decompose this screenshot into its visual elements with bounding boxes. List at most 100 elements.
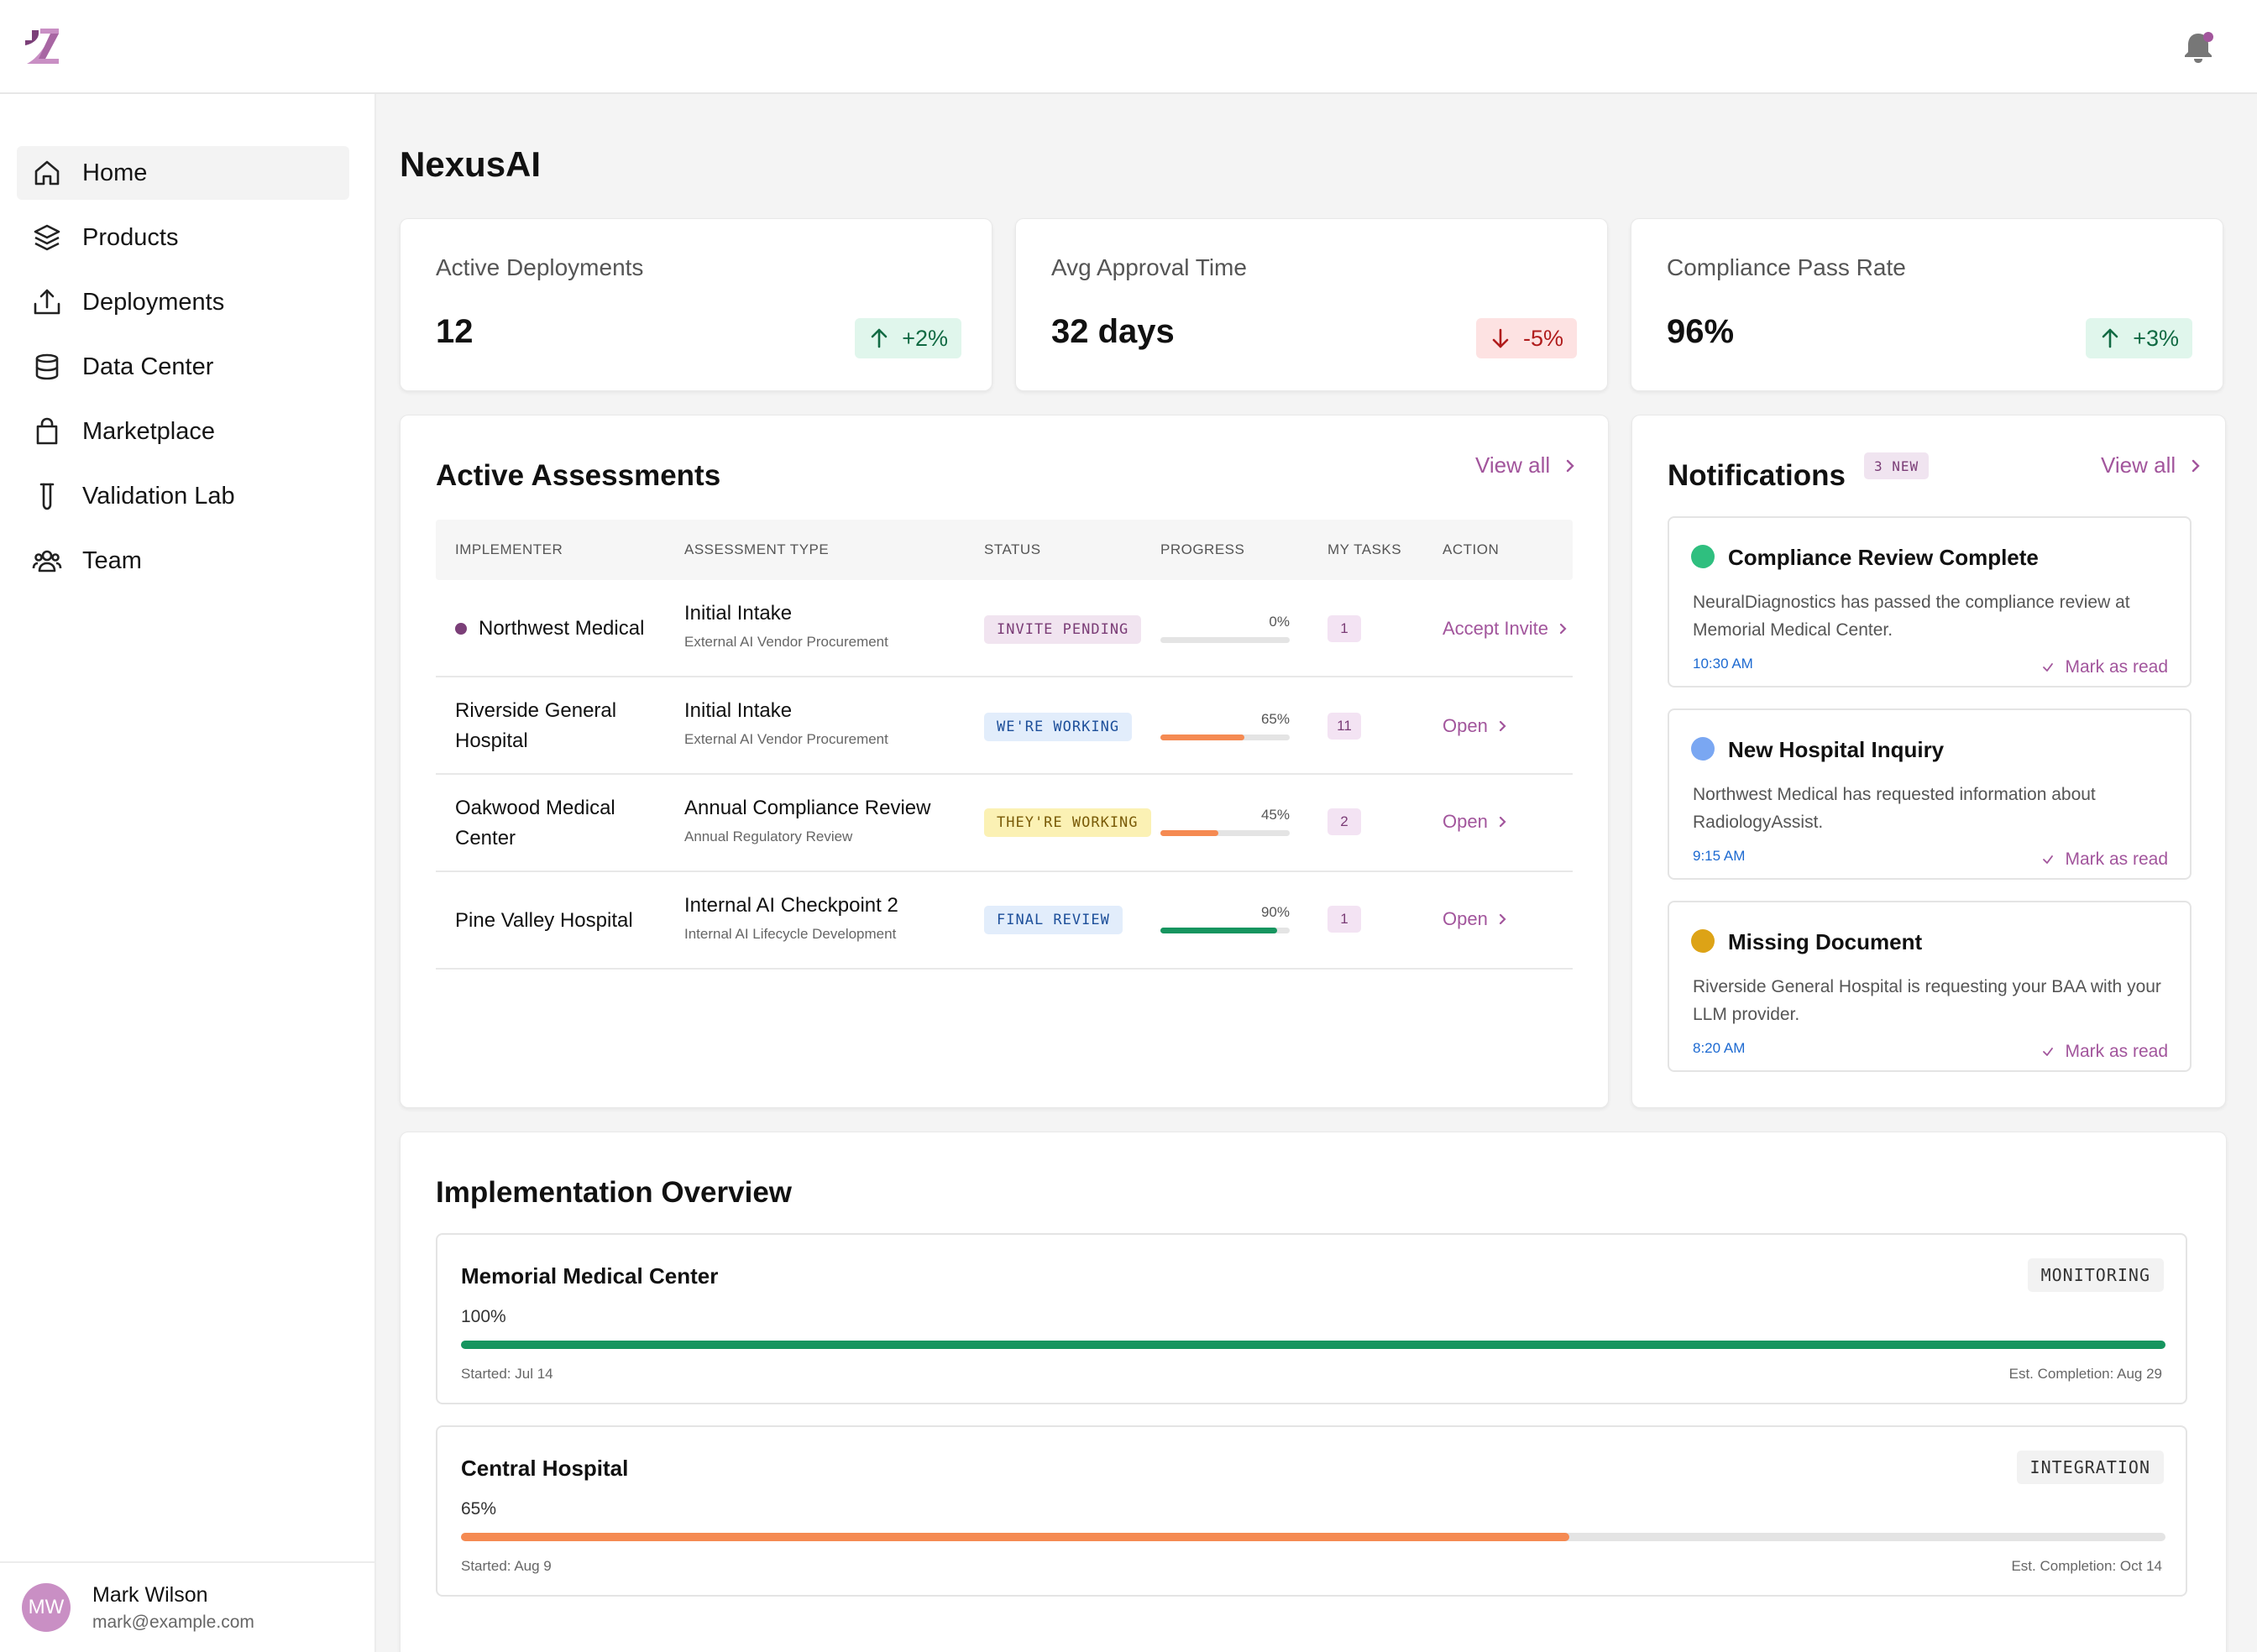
bell-icon[interactable]	[2180, 29, 2217, 65]
chevron-right-icon	[1559, 623, 1567, 635]
notification-item[interactable]: Compliance Review Complete NeuralDiagnos…	[1668, 516, 2192, 687]
table-row[interactable]: Pine Valley Hospital Internal AI Checkpo…	[436, 872, 1573, 970]
assessments-table: IMPLEMENTER ASSESSMENT TYPE STATUS PROGR…	[436, 520, 1573, 970]
assessment-type: Initial Intake	[684, 602, 793, 625]
progress-bar	[1160, 637, 1290, 643]
task-count-badge: 1	[1327, 906, 1361, 933]
implementer-name: Northwest Medical	[479, 617, 645, 640]
top-bar	[0, 0, 2257, 94]
table-row[interactable]: Northwest Medical Initial Intake Externa…	[436, 580, 1573, 677]
notification-time: 8:20 AM	[1693, 1040, 1746, 1056]
table-row[interactable]: Riverside General Hospital Initial Intak…	[436, 677, 1573, 775]
notification-body: Riverside General Hospital is requesting…	[1693, 977, 2161, 1024]
shopping-bag-icon	[36, 417, 58, 445]
user-profile[interactable]: MW Mark Wilson mark@example.com	[0, 1561, 374, 1652]
task-count-badge: 11	[1327, 713, 1361, 740]
implementation-progress-bar	[461, 1533, 2165, 1541]
stat-value: 12	[436, 313, 474, 350]
sidebar-item-validation-lab[interactable]: Validation Lab	[17, 469, 349, 523]
implementation-item[interactable]: Memorial Medical Center MONITORING 100% …	[436, 1233, 2187, 1404]
upload-icon	[34, 289, 60, 315]
new-count-badge: 3 NEW	[1864, 452, 1930, 479]
progress-bar	[1160, 928, 1290, 933]
mark-as-read-label: Mark as read	[2065, 657, 2168, 677]
table-row[interactable]: Oakwood Medical Center Annual Compliance…	[436, 775, 1573, 872]
mark-as-read-label: Mark as read	[2065, 1042, 2168, 1061]
notification-item[interactable]: New Hospital Inquiry Northwest Medical h…	[1668, 708, 2192, 880]
my-tasks-cell: 2	[1327, 808, 1361, 835]
implementation-item[interactable]: Central Hospital INTEGRATION 65% Started…	[436, 1425, 2187, 1597]
notification-item[interactable]: Missing Document Riverside General Hospi…	[1668, 901, 2192, 1072]
mark-as-read-button[interactable]: Mark as read	[2041, 850, 2168, 870]
est-completion-date: Est. Completion: Aug 29	[2008, 1366, 2162, 1382]
notification-body: Northwest Medical has requested informat…	[1693, 785, 2096, 832]
action-label: Open	[1443, 811, 1488, 832]
status-dot-icon	[1691, 737, 1715, 761]
sidebar-item-team[interactable]: Team	[17, 534, 349, 588]
assessment-type: Annual Compliance Review	[684, 797, 931, 819]
sidebar-item-home[interactable]: Home	[17, 146, 349, 200]
implementation-progress-fill	[461, 1533, 1569, 1541]
assessment-subtype: External AI Vendor Procurement	[684, 731, 888, 747]
implementation-progress-fill	[461, 1341, 2165, 1349]
stat-card-active-deployments: Active Deployments 12 +2%	[400, 218, 992, 391]
column-header-action: ACTION	[1443, 541, 1500, 557]
stat-value: 96%	[1667, 313, 1735, 350]
test-tube-icon	[39, 483, 55, 510]
open-button[interactable]: Open	[1443, 908, 1510, 930]
sidebar-item-products[interactable]: Products	[17, 211, 349, 264]
assessments-title: Active Assessments	[436, 459, 721, 492]
notification-title: Compliance Review Complete	[1728, 545, 2039, 570]
start-date: Started: Aug 9	[461, 1558, 552, 1574]
stat-card-compliance-pass-rate: Compliance Pass Rate 96% +3%	[1631, 218, 2223, 391]
implementation-progress-label: 100%	[461, 1307, 506, 1326]
stat-delta: +2%	[902, 325, 948, 351]
logo-icon[interactable]	[22, 25, 62, 65]
column-header-implementer: IMPLEMENTER	[455, 541, 563, 557]
mark-as-read-button[interactable]: Mark as read	[2041, 1042, 2168, 1062]
sidebar-item-label: Marketplace	[82, 417, 215, 445]
sidebar-item-deployments[interactable]: Deployments	[17, 275, 349, 329]
column-header-my-tasks: MY TASKS	[1327, 541, 1402, 557]
arrow-up-icon	[2102, 328, 2118, 348]
implementation-name: Central Hospital	[461, 1456, 629, 1481]
progress-fill	[1160, 928, 1277, 933]
stat-label: Avg Approval Time	[1051, 254, 1247, 280]
sidebar-item-label: Deployments	[82, 288, 225, 316]
status-badge: FINAL REVIEW	[984, 906, 1123, 934]
notification-title: New Hospital Inquiry	[1728, 737, 1945, 762]
open-button[interactable]: Open	[1443, 811, 1510, 833]
sidebar-item-label: Team	[82, 546, 142, 574]
sidebar-item-marketplace[interactable]: Marketplace	[17, 405, 349, 458]
chevron-right-icon	[2192, 459, 2200, 472]
accept-invite-button[interactable]: Accept Invite	[1443, 618, 1570, 640]
implementation-progress-label: 65%	[461, 1499, 497, 1519]
page-title: NexusAI	[400, 144, 542, 184]
database-icon	[35, 353, 59, 380]
assessments-view-all-link[interactable]: View all	[1475, 452, 1579, 478]
check-icon	[2043, 1048, 2054, 1056]
sidebar: Home Products Deployments Data Center Ma…	[0, 94, 376, 1652]
status-dot-icon	[1691, 545, 1715, 568]
task-count-badge: 2	[1327, 808, 1361, 835]
home-icon	[34, 160, 60, 186]
chevron-right-icon	[1499, 913, 1506, 925]
progress-bar	[1160, 830, 1290, 836]
column-header-progress: PROGRESS	[1160, 541, 1245, 557]
stat-delta: -5%	[1522, 325, 1563, 351]
sidebar-item-data-center[interactable]: Data Center	[17, 340, 349, 394]
progress-fill	[1160, 830, 1219, 836]
implementer-name: Riverside General Hospital	[455, 699, 617, 752]
notifications-view-all-link[interactable]: View all	[2101, 452, 2204, 478]
sidebar-item-label: Home	[82, 159, 148, 186]
open-button[interactable]: Open	[1443, 715, 1510, 737]
implementation-name: Memorial Medical Center	[461, 1263, 719, 1289]
mark-as-read-button[interactable]: Mark as read	[2041, 657, 2168, 677]
arrow-down-icon	[1492, 328, 1509, 348]
notification-time: 10:30 AM	[1693, 656, 1753, 672]
status-badge: THEY'RE WORKING	[984, 808, 1151, 837]
implementation-progress-bar	[461, 1341, 2165, 1349]
stat-delta-badge: -5%	[1475, 318, 1577, 358]
column-header-assessment-type: ASSESSMENT TYPE	[684, 541, 830, 557]
action-label: Accept Invite	[1443, 618, 1548, 639]
